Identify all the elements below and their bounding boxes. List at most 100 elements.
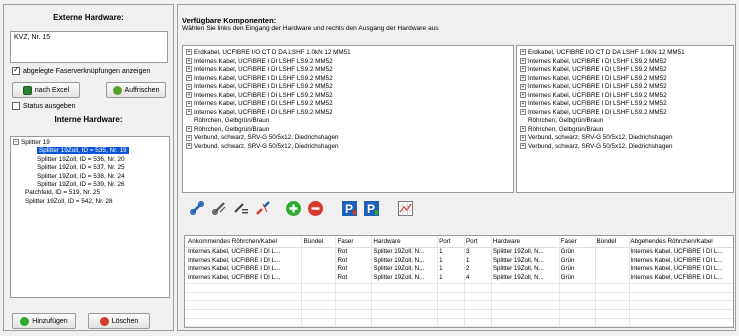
table-row[interactable]: Internes Kabel, UCFIBRE I DI L... Rot Spli… bbox=[185, 274, 733, 283]
left-panel: Externe Hardware: KVZ, Nr. 15 abgelegte … bbox=[3, 4, 174, 331]
expand-icon[interactable]: + bbox=[520, 92, 526, 99]
list-item[interactable]: + Internes Kabel, UCFIBRE I DI LSHF LS9.2… bbox=[517, 66, 733, 75]
list-item[interactable]: + Internes Kabel, UCFIBRE I DI LSHF LS9.2… bbox=[517, 58, 733, 67]
tree-node[interactable]: Patchfeld, ID = 519, Nr. 25 bbox=[11, 189, 169, 197]
tree-node-label: Splitter 19Zoll, ID = 535, Nr. 19 bbox=[37, 147, 129, 155]
tree-node[interactable]: Splitter 19Zoll, ID = 537, Nr. 25 bbox=[11, 164, 169, 172]
table-row[interactable]: Internes Kabel, UCFIBRE I DI L... Rot Spli… bbox=[185, 265, 733, 274]
column-header[interactable]: Faser bbox=[558, 236, 594, 247]
column-header[interactable]: Port bbox=[463, 236, 490, 247]
grid-line bbox=[185, 300, 733, 302]
output-components-list[interactable]: + Erdkabel, UCFIBRE I/O CT D DA LSHF 1.0k… bbox=[516, 45, 734, 193]
column-header[interactable]: Faser bbox=[334, 236, 370, 247]
list-item[interactable]: + Erdkabel, UCFIBRE I/O CT D DA LSHF 1.0k… bbox=[517, 49, 733, 58]
list-item[interactable]: + Internes Kabel, UCFIBRE I DI LSHF LS9.2… bbox=[183, 66, 513, 75]
list-item[interactable]: + Röhrchen, Gelbgrün/Braun bbox=[183, 126, 513, 135]
external-hardware-field[interactable]: KVZ, Nr. 15 bbox=[10, 31, 168, 63]
expand-icon[interactable]: + bbox=[186, 66, 192, 73]
tree-node[interactable]: Splitter 19Zoll, ID = 538, Nr. 24 bbox=[11, 173, 169, 181]
expand-icon[interactable]: + bbox=[186, 126, 192, 133]
port-p-plus-icon[interactable]: P bbox=[362, 199, 380, 217]
list-item[interactable]: + Internes Kabel, UCFIBRE I DI LSHF LS9.2… bbox=[517, 100, 733, 109]
list-item[interactable]: Röhrchen, Gelbgrün/Braun bbox=[517, 117, 733, 126]
list-item[interactable]: + Internes Kabel, UCFIBRE I DI LSHF LS9.2… bbox=[183, 75, 513, 84]
list-item[interactable]: + Internes Kabel, UCFIBRE I DI LSHF LS9.2… bbox=[183, 109, 513, 118]
column-header[interactable]: Hardware bbox=[370, 236, 436, 247]
expand-icon[interactable]: + bbox=[186, 49, 192, 56]
tree-node[interactable]: Splitter 19Zoll, ID = 535, Nr. 19 bbox=[11, 147, 169, 155]
port-p-icon[interactable]: P bbox=[340, 199, 358, 217]
delete-button[interactable]: Löschen bbox=[88, 313, 150, 329]
add-button[interactable]: Hinzufügen bbox=[12, 313, 76, 329]
expand-icon[interactable]: + bbox=[520, 134, 526, 141]
expand-icon[interactable]: + bbox=[520, 126, 526, 133]
add-green-icon[interactable] bbox=[284, 199, 302, 217]
tree-node[interactable]: Splitter 19Zoll, ID = 536, Nr. 20 bbox=[11, 156, 169, 164]
expand-icon[interactable]: + bbox=[186, 92, 192, 99]
list-item[interactable]: + Internes Kabel, UCFIBRE I DI LSHF LS9.2… bbox=[517, 92, 733, 101]
column-header[interactable]: Ankommendes Röhrchen/Kabel bbox=[185, 236, 301, 247]
expand-icon[interactable]: + bbox=[186, 134, 192, 141]
expand-icon[interactable]: + bbox=[520, 57, 526, 64]
grid-column-line bbox=[595, 236, 596, 327]
expand-icon[interactable]: + bbox=[186, 83, 192, 90]
column-header[interactable]: Hardware bbox=[490, 236, 558, 247]
list-item[interactable]: + Internes Kabel, UCFIBRE I DI LSHF LS9.2… bbox=[183, 83, 513, 92]
tree-node[interactable]: − Splitter 19 bbox=[11, 139, 169, 147]
expand-icon[interactable]: + bbox=[520, 83, 526, 90]
list-item[interactable]: + Internes Kabel, UCFIBRE I DI LSHF LS9.2… bbox=[517, 75, 733, 84]
list-item[interactable]: + Internes Kabel, UCFIBRE I DI LSHF LS9.2… bbox=[183, 58, 513, 67]
expand-icon[interactable]: + bbox=[520, 100, 526, 107]
expand-icon[interactable]: + bbox=[520, 49, 526, 56]
input-components-list[interactable]: + Erdkabel, UCFIBRE I/O CT D DA LSHF 1.0k… bbox=[182, 45, 514, 193]
expand-icon[interactable]: + bbox=[520, 143, 526, 150]
remove-red-icon[interactable] bbox=[306, 199, 324, 217]
list-item[interactable]: + Internes Kabel, UCFIBRE I DI LSHF LS9.2… bbox=[183, 92, 513, 101]
list-item-label: Internes Kabel, UCFIBRE I DI LSHF LS9.2 … bbox=[194, 100, 333, 108]
list-item[interactable]: + Internes Kabel, UCFIBRE I DI LSHF LS9.2… bbox=[183, 100, 513, 109]
unlink-fiber-icon[interactable] bbox=[210, 199, 228, 217]
list-item[interactable]: + Internes Kabel, UCFIBRE I DI LSHF LS9.2… bbox=[517, 109, 733, 118]
table-cell: 2 bbox=[465, 265, 470, 273]
break-link-icon[interactable] bbox=[254, 199, 272, 217]
list-item[interactable]: + Verbund, schwarz, SRV-G 50/5x12, Diedri… bbox=[517, 134, 733, 143]
column-header[interactable]: Abgehendes Röhrchen/Kabel bbox=[627, 236, 733, 247]
column-header[interactable]: Bündel bbox=[594, 236, 628, 247]
list-item[interactable]: + Internes Kabel, UCFIBRE I DI LSHF LS9.2… bbox=[517, 83, 733, 92]
tree-node[interactable]: Splitter 19Zoll, ID = 542, Nr. 28 bbox=[11, 198, 169, 206]
expand-icon[interactable]: + bbox=[520, 74, 526, 81]
link-fiber-icon[interactable] bbox=[188, 199, 206, 217]
checkbox-unchecked-icon[interactable] bbox=[12, 102, 20, 110]
list-item[interactable]: + Verbund, schwarz, SRV-G 50/5x12, Diedri… bbox=[183, 143, 513, 152]
internal-hardware-tree[interactable]: − Splitter 19 Splitter 19Zoll, ID = 535, N… bbox=[10, 136, 170, 298]
expand-icon[interactable]: + bbox=[520, 66, 526, 73]
table-row[interactable]: Internes Kabel, UCFIBRE I DI L... Rot Spli… bbox=[185, 257, 733, 266]
connections-table[interactable]: Ankommendes Röhrchen/Kabel Bündel Faser Har… bbox=[184, 235, 734, 328]
expand-icon[interactable]: + bbox=[186, 100, 192, 107]
checkbox-checked-icon[interactable] bbox=[12, 65, 20, 75]
export-excel-button[interactable]: nach Excel bbox=[12, 82, 80, 98]
refresh-button[interactable]: Auffrischen bbox=[106, 82, 166, 98]
show-status-checkbox[interactable]: Status ausgeben bbox=[12, 102, 76, 110]
table-cell: Internes Kabel, UCFIBRE I DI L... bbox=[630, 248, 723, 255]
chart-grid-icon[interactable] bbox=[396, 199, 414, 217]
list-item[interactable]: + Erdkabel, UCFIBRE I/O CT D DA LSHF 1.0k… bbox=[183, 49, 513, 58]
list-item[interactable]: + Verbund, schwarz, SRV-G 50/5x12, Diedri… bbox=[517, 143, 733, 152]
table-row[interactable]: Internes Kabel, UCFIBRE I DI L... Rot Spli… bbox=[185, 248, 733, 257]
expand-icon[interactable]: + bbox=[186, 143, 192, 150]
column-header[interactable]: Bündel bbox=[301, 236, 335, 247]
list-item[interactable]: Röhrchen, Gelbgrün/Braun bbox=[183, 117, 513, 126]
column-header[interactable]: Port bbox=[436, 236, 463, 247]
link-list-icon[interactable] bbox=[232, 199, 250, 217]
expand-icon[interactable]: + bbox=[186, 57, 192, 64]
expand-icon[interactable]: + bbox=[520, 109, 526, 116]
table-header: Ankommendes Röhrchen/Kabel Bündel Faser Har… bbox=[185, 236, 733, 248]
table-cell: Internes Kabel, UCFIBRE I DI L... bbox=[188, 265, 281, 273]
collapse-icon[interactable]: − bbox=[13, 139, 19, 146]
list-item[interactable]: + Röhrchen, Gelbgrün/Braun bbox=[517, 126, 733, 135]
expand-icon[interactable]: + bbox=[186, 74, 192, 81]
show-linked-fibers-checkbox[interactable]: abgelegte Faserverknüpfungen anzeigen bbox=[12, 65, 150, 75]
tree-node[interactable]: Splitter 19Zoll, ID = 539, Nr. 26 bbox=[11, 181, 169, 189]
list-item[interactable]: + Verbund, schwarz, SRV-G 50/5x12, Diedri… bbox=[183, 134, 513, 143]
expand-icon[interactable]: + bbox=[186, 109, 192, 116]
